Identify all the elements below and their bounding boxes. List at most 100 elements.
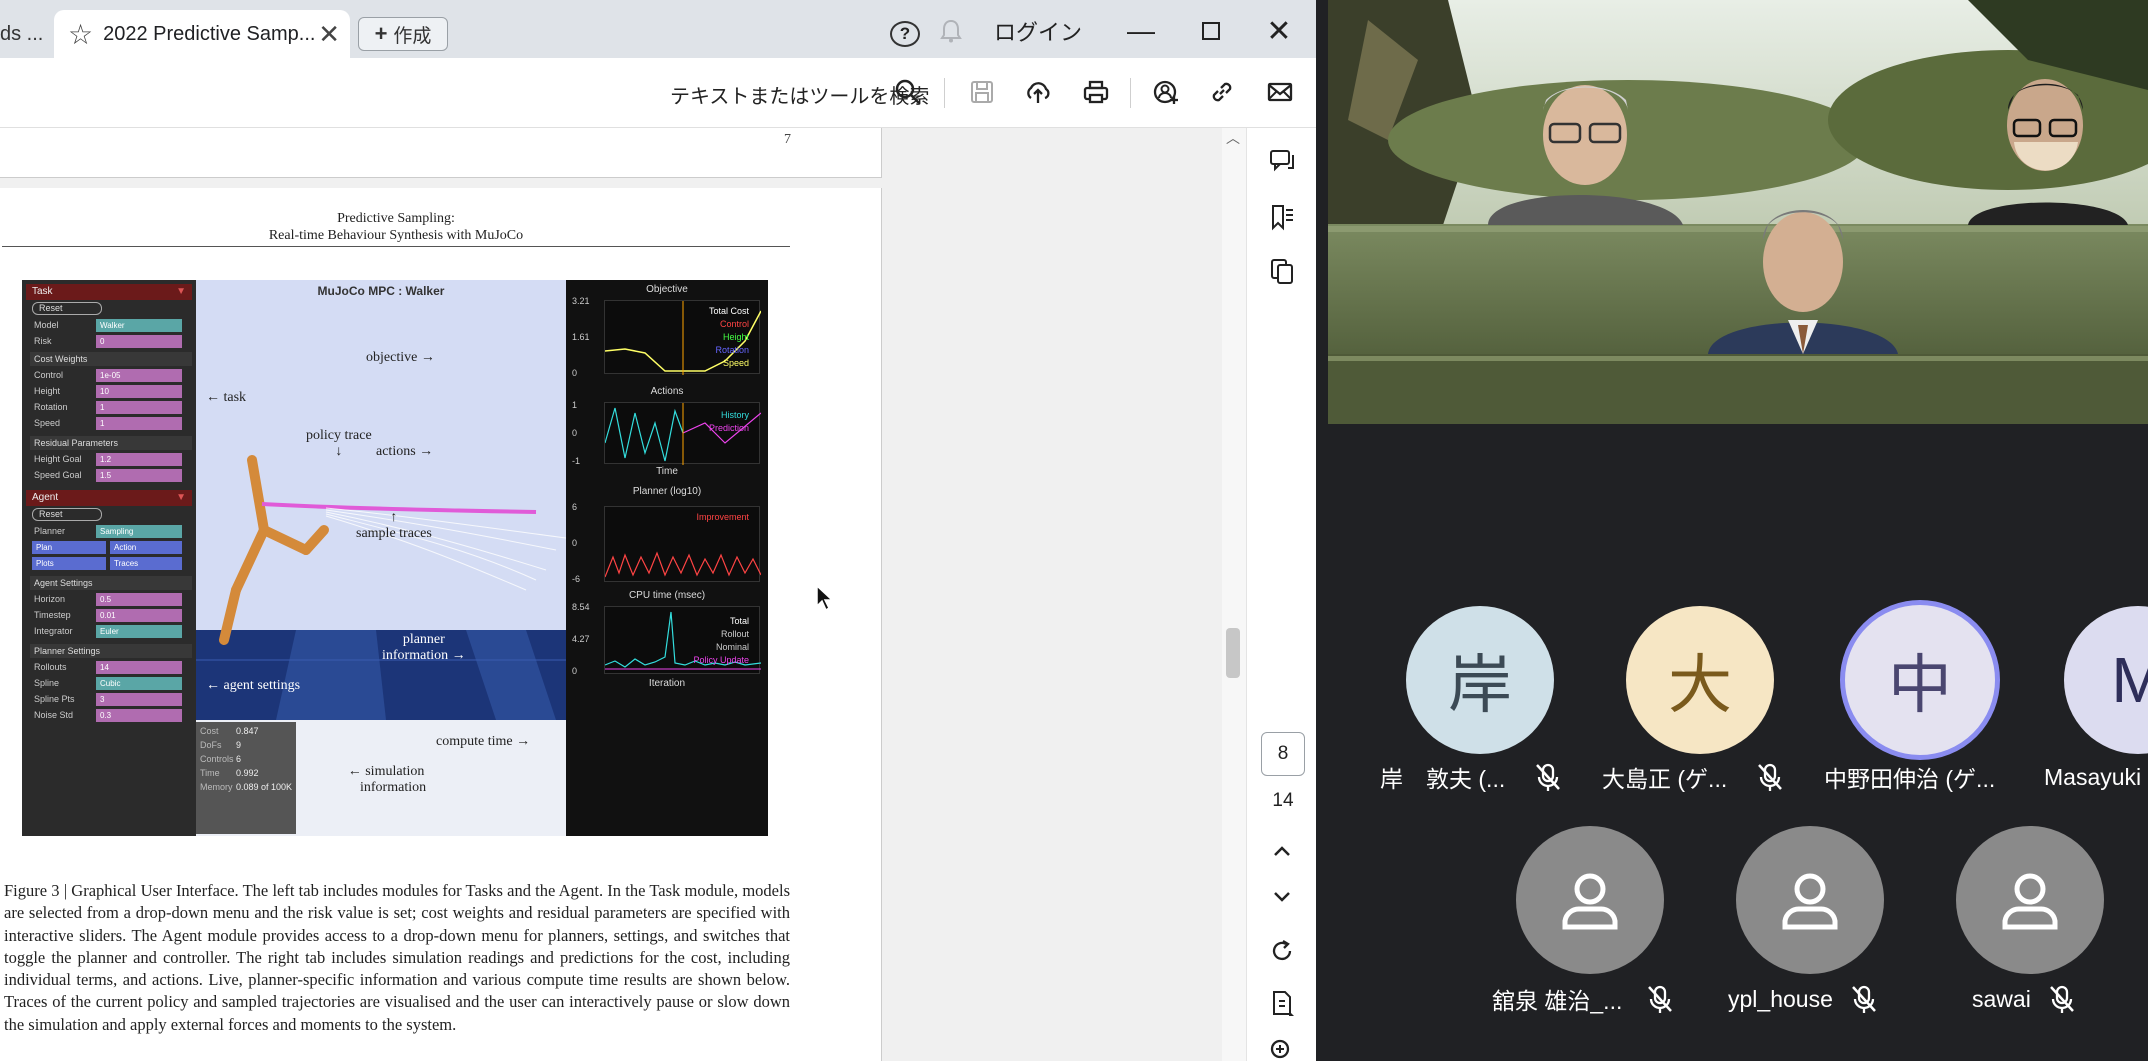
page-fit-icon[interactable] — [1267, 988, 1297, 1018]
plus-icon: + — [374, 21, 388, 46]
y-tick-label: 0 — [572, 538, 578, 548]
close-window-button[interactable]: ✕ — [1264, 14, 1294, 48]
readout-row: Memory 0.089 of 100K — [200, 782, 293, 792]
planner-setting-row: Spline Cubic — [32, 676, 192, 691]
y-tick-label: 6 — [572, 502, 578, 512]
task-row: Model Walker — [32, 318, 192, 333]
y-tick-label: 3.21 — [572, 296, 590, 306]
annotation-compute-time: compute time → — [436, 734, 531, 749]
chevron-down-icon[interactable] — [1267, 882, 1297, 912]
participant-avatar-speaking[interactable]: 中 — [1840, 600, 2000, 760]
video-meeting-panel: 岸 大 中 M 岸 敦夫 (... 大島正 (ゲ... 中野田伸治 (ゲ... … — [1316, 0, 2148, 1061]
figure-3-screenshot: Task ▼ Reset Model Walker Risk 0 Cost Weigh… — [22, 280, 768, 836]
page-total: 14 — [1272, 790, 1294, 811]
tab-active-document[interactable]: ☆ 2022 Predictive Samp... ✕ — [54, 10, 350, 58]
actions-plot-title: Actions — [650, 386, 684, 397]
print-icon[interactable] — [1080, 76, 1112, 108]
cpu-plot: Total Rollout Nominal Policy Update — [604, 606, 762, 674]
y-tick-label: 0 — [572, 368, 578, 378]
readout-row: Time 0.992 — [200, 768, 259, 778]
create-button[interactable]: + 作成 — [358, 17, 448, 51]
figure-caption: Figure 3 | Graphical User Interface. The… — [4, 881, 790, 1034]
figure-left-panel: Task ▼ Reset Model Walker Risk 0 Cost Weigh… — [22, 280, 196, 836]
bell-icon[interactable] — [934, 14, 968, 48]
participant-name: sawai — [1972, 985, 2031, 1012]
bookmark-icon[interactable] — [1267, 202, 1297, 232]
participant-avatar[interactable]: 大 — [1626, 606, 1774, 754]
maximize-icon — [1202, 22, 1220, 40]
task-row: Risk 0 — [32, 334, 192, 349]
pdf-viewer-window: ds ... ☆ 2022 Predictive Samp... ✕ + 作成 … — [0, 0, 1316, 1061]
participant-avatar[interactable] — [1516, 826, 1664, 974]
copy-pages-icon[interactable] — [1267, 256, 1297, 286]
tool-search-label[interactable]: テキストまたはツールを検索 — [670, 80, 929, 109]
page-number-input[interactable]: 8 — [1261, 732, 1305, 776]
video-background — [1328, 0, 2148, 424]
y-tick-label: -6 — [572, 574, 581, 584]
participant-name: 大島正 (ゲ... — [1602, 766, 1728, 792]
planner-plot-title: Planner (log10) — [632, 486, 702, 497]
pdf-page-previous: 7 — [0, 128, 882, 178]
link-icon[interactable] — [1206, 76, 1238, 108]
toggle-row: Plots Traces — [32, 556, 192, 571]
walker-robot — [219, 455, 566, 645]
cost-row: Height 10 — [32, 384, 192, 399]
create-button-label: 作成 — [393, 25, 432, 47]
y-tick-label: 1 — [572, 400, 578, 410]
paper-header: Predictive Sampling: Real-time Behaviour… — [0, 210, 792, 244]
person-icon — [1562, 873, 1618, 930]
star-icon[interactable]: ☆ — [68, 18, 93, 51]
mic-off-icon — [2050, 985, 2074, 1013]
tab-title: 2022 Predictive Samp... — [103, 22, 316, 45]
tab-previous[interactable]: ds ... — [0, 10, 50, 58]
residual-row: Speed Goal 1.5 — [32, 468, 192, 483]
mic-off-icon — [1648, 985, 1672, 1013]
tab-previous-label: ds ... — [0, 22, 44, 45]
save-icon[interactable] — [966, 76, 998, 108]
comment-icon[interactable] — [1267, 146, 1297, 176]
planner-settings-header: Planner Settings — [30, 644, 192, 658]
objective-plot-title: Objective — [646, 284, 688, 295]
agent-module-header: Agent ▼ — [26, 490, 192, 506]
paper-header-line1: Predictive Sampling: — [337, 211, 455, 226]
header-rule — [2, 246, 790, 247]
cpu-x-label: Iteration — [648, 678, 686, 689]
y-tick-label: 0 — [572, 666, 578, 676]
participant-name: ypl_house — [1728, 985, 1833, 1012]
minimize-button[interactable]: — — [1126, 14, 1156, 48]
mic-off-icon — [1536, 763, 1560, 791]
task-reset-button: Reset — [32, 302, 102, 315]
annotation-task: ← task — [206, 390, 247, 405]
login-button[interactable]: ログイン — [994, 14, 1082, 48]
share-user-icon[interactable] — [1150, 76, 1182, 108]
document-canvas[interactable]: 7 Predictive Sampling: Real-time Behavio… — [0, 128, 1246, 1061]
scrollbar-thumb[interactable] — [1226, 628, 1240, 678]
annotation-objective: objective → — [366, 350, 435, 365]
participant-avatar[interactable]: 岸 — [1406, 606, 1554, 754]
help-icon[interactable]: ? — [890, 21, 920, 47]
zoom-in-icon[interactable] — [1267, 1036, 1297, 1061]
chevron-up-icon[interactable] — [1267, 836, 1297, 866]
tab-bar: ds ... ☆ 2022 Predictive Samp... ✕ + 作成 … — [0, 0, 1316, 58]
participant-name: 岸 敦夫 (... — [1380, 766, 1506, 792]
page-number: 7 — [784, 132, 791, 147]
upload-icon[interactable] — [1022, 76, 1054, 108]
annotation-simulation-info: ← simulation information — [347, 764, 427, 795]
participant-avatar[interactable] — [1956, 826, 2104, 974]
participant-avatar[interactable] — [1736, 826, 1884, 974]
rotate-icon[interactable] — [1267, 936, 1297, 966]
cost-row: Control 1e-05 — [32, 368, 192, 383]
vertical-scrollbar[interactable]: ︿ — [1222, 128, 1246, 1061]
annotation-planner-info: planner information → — [382, 632, 466, 663]
mail-icon[interactable] — [1264, 76, 1296, 108]
participant-video-feed — [1328, 0, 2148, 424]
person-icon — [1782, 873, 1838, 930]
annotation-sample-traces: ↑ sample traces — [356, 510, 432, 541]
maximize-button[interactable] — [1196, 14, 1226, 48]
planner-legend: Improvement — [696, 512, 749, 522]
tab-close-icon[interactable]: ✕ — [318, 19, 340, 50]
search-icon[interactable] — [892, 76, 924, 108]
scroll-up-icon[interactable]: ︿ — [1226, 128, 1240, 148]
y-tick-label: 1.61 — [572, 332, 590, 342]
participant-avatar[interactable]: M — [2064, 606, 2148, 754]
